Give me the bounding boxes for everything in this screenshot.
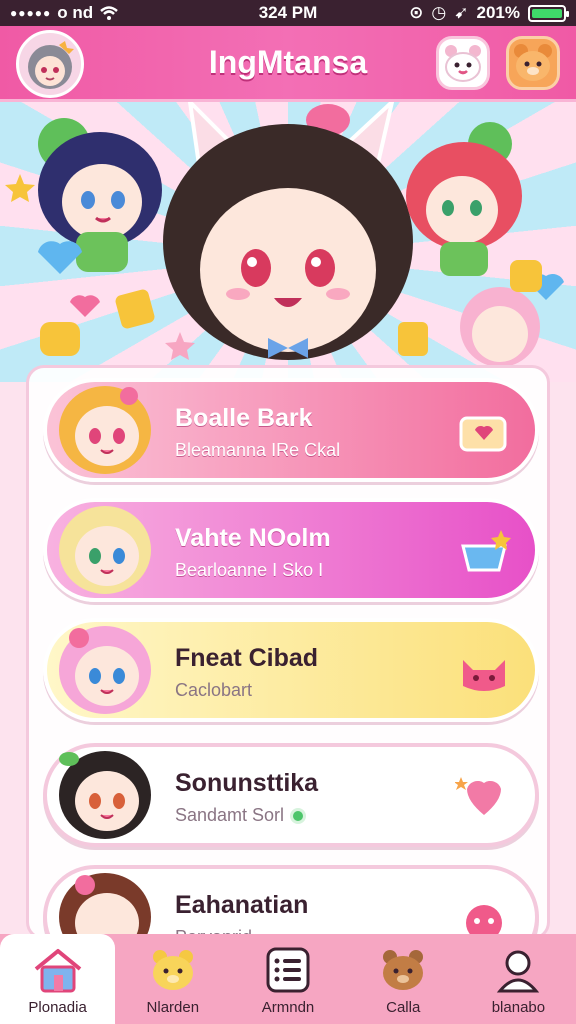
signal-icon: ●●●●● bbox=[10, 6, 52, 20]
card-portrait bbox=[59, 626, 151, 714]
card-title: Vahte NOolm bbox=[175, 524, 331, 552]
list-card[interactable]: Eahanatian Porvanrid bbox=[43, 865, 539, 940]
card-subtitle: Caclobart bbox=[175, 680, 253, 700]
card-subtitle: Sandamt Sorl bbox=[175, 805, 307, 826]
battery-percent: 201% bbox=[476, 3, 520, 22]
nav-item-bear-brown[interactable]: Calla bbox=[346, 934, 461, 1024]
wifi-icon bbox=[100, 6, 118, 20]
nav-label: Nlarden bbox=[146, 999, 200, 1016]
basket-icon[interactable] bbox=[455, 526, 513, 576]
nav-item-list[interactable]: Armndn bbox=[230, 934, 345, 1024]
character-center bbox=[163, 102, 413, 360]
card-portrait bbox=[59, 751, 151, 839]
nav-label: Plonadia bbox=[28, 999, 87, 1016]
cat-face-icon[interactable] bbox=[455, 646, 513, 696]
house-icon bbox=[34, 949, 81, 993]
list-card[interactable]: Vahte NOolm Bearloanne I Sko I bbox=[43, 498, 539, 602]
nav-label: Armndn bbox=[261, 999, 315, 1016]
list-card[interactable]: Fneat Cibad Caclobart bbox=[43, 618, 539, 722]
orientation-lock-icon: ⊙ bbox=[409, 3, 424, 22]
alarm-icon: ◷ bbox=[431, 3, 447, 22]
heart-decoration bbox=[38, 241, 82, 274]
card-title: Eahanatian bbox=[175, 891, 309, 919]
monster-icon[interactable] bbox=[455, 893, 513, 940]
app-header: IngMtansa bbox=[0, 26, 576, 102]
bear-icon[interactable] bbox=[506, 36, 560, 90]
list-card[interactable]: Sonunsttika Sandamt Sorl bbox=[43, 743, 539, 847]
battery-icon bbox=[528, 4, 569, 22]
card-subtitle: Bleamanna IRe Ckal bbox=[175, 440, 341, 460]
hero-illustration bbox=[5, 102, 564, 367]
card-portrait bbox=[59, 386, 151, 474]
card-portrait bbox=[59, 506, 151, 594]
heart-box-icon[interactable] bbox=[455, 406, 513, 456]
nav-label: Calla bbox=[386, 999, 421, 1016]
nav-item-home[interactable]: Plonadia bbox=[0, 934, 116, 1024]
nav-label: blanabo bbox=[491, 999, 546, 1016]
status-bar: ●●●●● o nd 324 PM ⊙ ◷ ➹ 201% bbox=[0, 0, 576, 26]
list-icon bbox=[266, 947, 310, 993]
carrier-label: o nd bbox=[57, 3, 94, 22]
nav-item-bear[interactable]: Nlarden bbox=[115, 934, 230, 1024]
list-card[interactable]: Boalle Bark Bleamanna IRe Ckal bbox=[43, 378, 539, 482]
card-portrait bbox=[59, 873, 151, 937]
bear-face-icon bbox=[152, 950, 193, 990]
ghost-icon[interactable] bbox=[436, 36, 490, 90]
card-title: Fneat Cibad bbox=[175, 644, 319, 672]
card-title: Sonunsttika bbox=[175, 769, 319, 797]
user-avatar[interactable] bbox=[16, 30, 84, 98]
card-title: Boalle Bark bbox=[175, 404, 313, 432]
card-subtitle-text: Sandamt Sorl bbox=[175, 805, 285, 825]
heart-icon[interactable] bbox=[455, 771, 513, 821]
bottom-nav: Plonadia Nlarden Armndn Calla blanabo bbox=[0, 934, 576, 1024]
brown-bear-icon bbox=[383, 950, 424, 990]
location-icon: ➹ bbox=[454, 3, 469, 22]
card-subtitle: Bearloanne I Sko I bbox=[175, 560, 324, 580]
hero-banner bbox=[0, 102, 576, 382]
profile-icon bbox=[497, 950, 540, 993]
nav-item-profile[interactable]: blanabo bbox=[461, 934, 576, 1024]
list-panel: Boalle Bark Bleamanna IRe Ckal Vahte NOo… bbox=[26, 365, 550, 940]
online-status-dot bbox=[290, 808, 307, 825]
